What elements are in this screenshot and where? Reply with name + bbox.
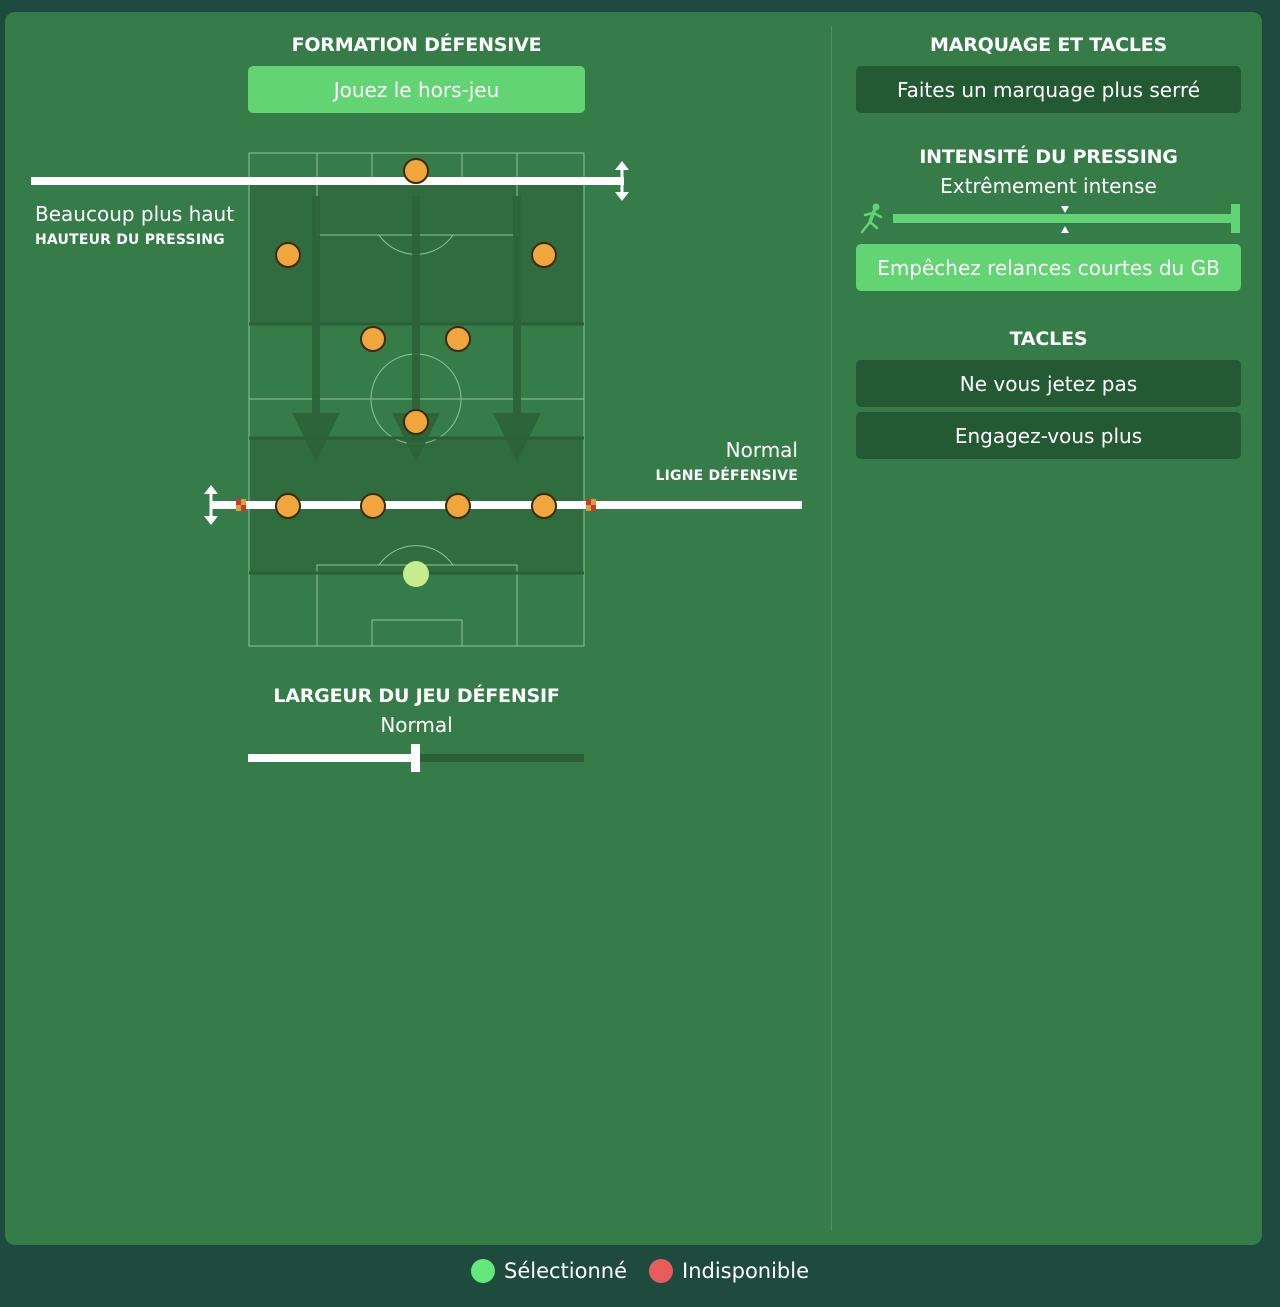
player-goalkeeper[interactable]	[403, 561, 429, 587]
running-player-icon	[860, 203, 883, 234]
legend-unavailable: Indisponible	[649, 1259, 809, 1283]
player-left-centre-back[interactable]	[360, 493, 386, 519]
defensive-line-label: LIGNE DÉFENSIVE	[655, 468, 798, 484]
player-right-winger[interactable]	[531, 242, 557, 268]
player-right-centre-back[interactable]	[445, 493, 471, 519]
player-defensive-midfielder[interactable]	[403, 409, 429, 435]
player-left-winger[interactable]	[275, 242, 301, 268]
tighter-marking-button[interactable]: Faites un marquage plus serré	[856, 66, 1241, 113]
stay-on-feet-button[interactable]: Ne vous jetez pas	[856, 360, 1241, 407]
legend-unavailable-label: Indisponible	[682, 1259, 810, 1283]
defensive-width-title: LARGEUR DU JEU DÉFENSIF	[273, 685, 560, 707]
marking-title: MARQUAGE ET TACLES	[930, 34, 1167, 56]
get-stuck-in-button[interactable]: Engagez-vous plus	[856, 412, 1241, 459]
player-right-back[interactable]	[531, 493, 557, 519]
defensive-line-value: Normal	[725, 438, 798, 462]
pressing-height-label: HAUTEUR DU PRESSING	[35, 232, 225, 248]
pressing-intensity-value: Extrêmement intense	[940, 174, 1157, 198]
player-right-midfielder[interactable]	[445, 326, 471, 352]
pressing-intensity-title: INTENSITÉ DU PRESSING	[919, 146, 1178, 168]
pressing-intensity-fill	[893, 214, 1237, 223]
tackling-title: TACLES	[1009, 328, 1088, 350]
prevent-gk-short-distribution-button[interactable]: Empêchez relances courtes du GB	[856, 244, 1241, 291]
selected-dot-icon	[470, 1259, 495, 1283]
legend-selected: Sélectionné	[470, 1259, 627, 1283]
defensive-width-value: Normal	[380, 713, 453, 737]
player-left-midfielder[interactable]	[360, 326, 386, 352]
pressing-intensity-handle[interactable]	[1231, 204, 1240, 233]
legend-selected-label: Sélectionné	[503, 1259, 627, 1283]
legend: Sélectionné Indisponible	[0, 1256, 1280, 1286]
width-slider-fill	[248, 754, 416, 762]
unavailable-dot-icon	[649, 1259, 673, 1283]
default-marker-icon	[1061, 206, 1069, 213]
default-marker-icon	[1061, 226, 1069, 233]
player-striker[interactable]	[403, 158, 429, 184]
width-slider-handle[interactable]	[411, 744, 420, 772]
pressing-height-value: Beaucoup plus haut	[35, 202, 235, 226]
player-left-back[interactable]	[275, 493, 301, 519]
